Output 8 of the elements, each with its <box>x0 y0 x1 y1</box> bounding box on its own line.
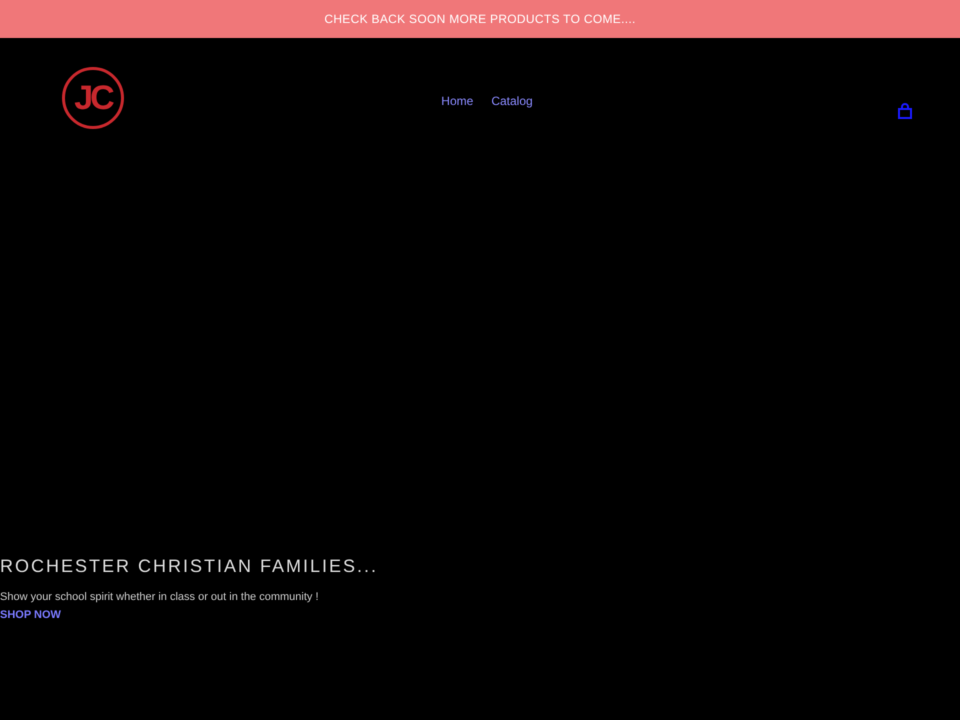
shopping-bag-icon[interactable] <box>898 103 912 119</box>
shop-now-link[interactable]: SHOP NOW <box>0 609 61 621</box>
hero-subtext: Show your school spirit whether in class or out in the community ! <box>0 591 320 603</box>
hero-heading: ROCHESTER CHRISTIAN FAMILIES... <box>0 556 380 577</box>
logo[interactable]: JC <box>62 67 124 129</box>
nav-link[interactable]: Catalog <box>491 94 533 108</box>
nav-link[interactable]: Home <box>441 94 474 108</box>
announcement-text: CHECK BACK SOON MORE PRODUCTS TO COME.... <box>324 12 636 26</box>
